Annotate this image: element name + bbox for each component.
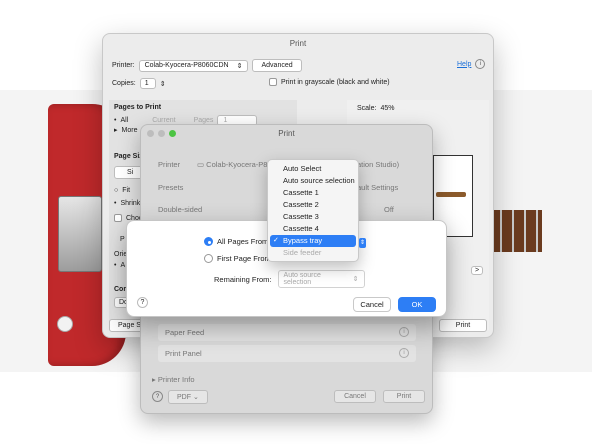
- menu-item-cassette-3[interactable]: Cassette 3: [270, 211, 356, 223]
- scale-value: 45%: [380, 105, 395, 112]
- printer-value: Colab-Kyocera-P8060CDN: [144, 62, 229, 69]
- remaining-label: Remaining From:: [214, 274, 272, 284]
- remaining-value: Auto source selection: [283, 272, 321, 286]
- grayscale-checkbox[interactable]: [269, 78, 277, 86]
- grayscale-label: Print in grayscale (black and white): [281, 78, 390, 86]
- sheet-printer-label: Printer: [158, 160, 181, 169]
- print-panel-row[interactable]: Print Panel i: [158, 345, 416, 362]
- close-window-button[interactable]: [147, 130, 154, 137]
- paper-feed-label: Paper Feed: [165, 328, 205, 337]
- pdf-label: PDF: [177, 394, 191, 401]
- chevron-updown-icon[interactable]: ⇕: [359, 238, 366, 248]
- help-button[interactable]: ?: [137, 297, 148, 308]
- sheet-printer-suffix: ation Studio): [357, 160, 400, 169]
- info-icon[interactable]: i: [399, 327, 409, 337]
- page-size-heading: Page Siz: [114, 153, 143, 160]
- ok-button[interactable]: OK: [398, 297, 436, 312]
- shrink-radio[interactable]: •: [114, 200, 116, 207]
- zoom-window-button[interactable]: [169, 130, 176, 137]
- double-sided-label: Double-sided: [158, 205, 203, 214]
- guitar-neck-image: [494, 210, 542, 252]
- copies-label: Copies:: [112, 80, 136, 87]
- sheet-printer-select[interactable]: ▭ Colab-Kyocera-P8: [197, 160, 267, 169]
- remaining-select[interactable]: Auto source selection ⇕: [277, 270, 365, 288]
- all-pages-label: All Pages From:: [217, 237, 271, 246]
- printer-info-label: Printer Info: [157, 375, 195, 384]
- disclosure-triangle-icon[interactable]: ▸: [114, 126, 118, 134]
- menu-item-cassette-1[interactable]: Cassette 1: [270, 187, 356, 199]
- menu-item-auto-source-selection[interactable]: Auto source selection: [270, 175, 356, 187]
- sheet-help-button[interactable]: ?: [152, 391, 163, 402]
- presets-label: Presets: [158, 183, 184, 192]
- choose-checkbox[interactable]: [114, 214, 122, 222]
- paper-source-menu: Auto Select Auto source selection Casset…: [267, 159, 359, 262]
- advanced-button[interactable]: Advanced: [252, 59, 302, 72]
- menu-item-cassette-2[interactable]: Cassette 2: [270, 199, 356, 211]
- fit-radio[interactable]: ○: [114, 187, 118, 194]
- cancel-button[interactable]: Cancel: [353, 297, 391, 312]
- radio-all-dot[interactable]: •: [114, 117, 116, 124]
- print-panel-label: Print Panel: [165, 349, 202, 358]
- auto-label: A: [120, 262, 126, 269]
- info-icon[interactable]: i: [399, 348, 409, 358]
- sheet-print-button[interactable]: Print: [383, 390, 425, 403]
- minimize-window-button[interactable]: [158, 130, 165, 137]
- all-pages-radio[interactable]: [204, 237, 213, 246]
- double-sided-value[interactable]: Off: [384, 205, 394, 214]
- preview-guitar-image: [436, 192, 466, 197]
- sheet-printer-value: Colab-Kyocera-P8: [206, 160, 268, 169]
- pages-current-label[interactable]: Current: [152, 117, 175, 124]
- stepper-icon[interactable]: ⇕: [160, 80, 166, 88]
- pages-to-print-heading: Pages to Print: [114, 104, 162, 111]
- printer-doc-icon: ▭: [197, 160, 207, 169]
- pages-range-label[interactable]: Pages: [194, 117, 214, 124]
- fit-label: Fit: [122, 187, 131, 194]
- pages-range-value: 1: [223, 117, 228, 124]
- printer-label: Printer:: [112, 62, 135, 69]
- menu-item-auto-select[interactable]: Auto Select: [270, 163, 356, 175]
- guitar-bridge-image: [58, 196, 102, 272]
- menu-item-bypass-tray-label: Bypass tray: [283, 236, 323, 245]
- window-controls: [147, 130, 176, 137]
- help-link[interactable]: Help: [457, 61, 471, 68]
- chevron-updown-icon: ⇕: [236, 62, 243, 70]
- menu-item-bypass-tray[interactable]: ✓ Bypass tray: [270, 235, 356, 247]
- first-page-label: First Page From:: [217, 254, 273, 263]
- next-page-button[interactable]: >: [471, 266, 484, 275]
- scale-label: Scale:: [357, 105, 377, 112]
- info-icon[interactable]: i: [475, 59, 486, 69]
- sheet-title: Print: [278, 129, 295, 138]
- checkmark-icon: ✓: [273, 237, 279, 244]
- paper-feed-row[interactable]: Paper Feed i: [158, 324, 416, 341]
- more-label: More: [121, 126, 138, 134]
- print-button[interactable]: Print: [439, 319, 487, 332]
- copies-value: 1: [144, 80, 149, 87]
- pdf-button[interactable]: PDF ⌄: [168, 390, 208, 404]
- auto-radio[interactable]: •: [114, 262, 116, 269]
- chevron-updown-icon: ⇕: [352, 276, 359, 283]
- p-label: P: [120, 236, 125, 243]
- print-dialog-title: Print: [289, 39, 307, 48]
- presets-select[interactable]: ault Settings: [357, 183, 398, 192]
- sheet-cancel-button[interactable]: Cancel: [334, 390, 376, 403]
- guitar-knob-image: [57, 316, 73, 332]
- menu-item-cassette-4[interactable]: Cassette 4: [270, 223, 356, 235]
- menu-item-side-feeder: Side feeder: [283, 248, 322, 257]
- first-page-radio[interactable]: [204, 254, 213, 263]
- printer-info-row[interactable]: ▸ Printer Info: [152, 375, 195, 384]
- shrink-label: Shrink: [120, 200, 141, 207]
- chevron-down-icon: ⌄: [192, 394, 199, 401]
- pages-all-label: All: [120, 117, 129, 124]
- copies-field[interactable]: 1: [139, 78, 156, 89]
- printer-select[interactable]: Colab-Kyocera-P8060CDN ⇕: [138, 59, 249, 72]
